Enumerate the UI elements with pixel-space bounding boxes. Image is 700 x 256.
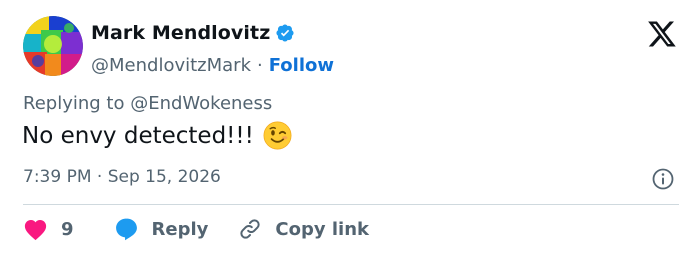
like-count: 9	[61, 218, 74, 240]
info-icon[interactable]	[651, 167, 675, 191]
follow-button[interactable]: Follow	[269, 55, 334, 76]
winking-face-emoji	[263, 121, 292, 150]
reply-label: Reply	[151, 218, 209, 240]
user-handle[interactable]: @MendlovitzMark	[91, 55, 251, 76]
action-bar: 9 Reply Copy link	[23, 216, 369, 242]
heart-icon	[23, 218, 48, 241]
reply-bubble-icon	[114, 217, 139, 241]
handle-row: @MendlovitzMark · Follow	[91, 53, 334, 77]
verified-badge-icon	[275, 23, 295, 43]
replying-to: Replying to @EndWokeness	[23, 93, 273, 114]
copy-link-label: Copy link	[275, 218, 369, 240]
separator-dot: ·	[257, 54, 263, 76]
tweet-text: No envy detected!!!	[22, 122, 254, 149]
author-block: Mark Mendlovitz @MendlovitzMark · Follow	[91, 20, 334, 77]
reply-button[interactable]: Reply	[114, 217, 209, 241]
x-logo-icon[interactable]	[647, 20, 677, 48]
tweet-embed: Mark Mendlovitz @MendlovitzMark · Follow…	[0, 0, 700, 256]
copy-link-button[interactable]: Copy link	[238, 217, 369, 241]
link-icon	[238, 217, 262, 241]
timestamp[interactable]: 7:39 PM · Sep 15, 2026	[23, 167, 221, 187]
tweet-text-row: No envy detected!!!	[22, 121, 292, 150]
avatar[interactable]	[23, 16, 83, 76]
name-row: Mark Mendlovitz	[91, 20, 334, 46]
display-name[interactable]: Mark Mendlovitz	[91, 22, 270, 44]
like-button[interactable]: 9	[23, 218, 74, 241]
divider	[23, 204, 679, 205]
